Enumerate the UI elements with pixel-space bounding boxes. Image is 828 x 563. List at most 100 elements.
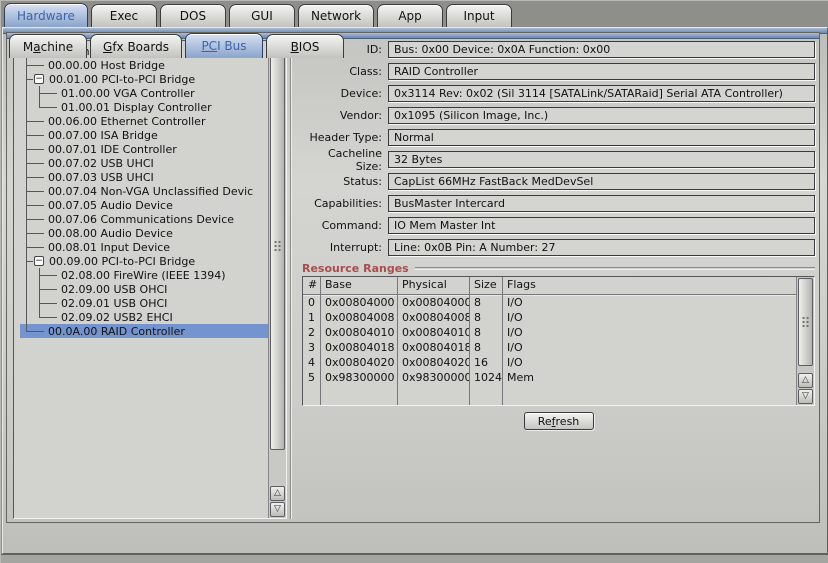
scrollbar-track[interactable] — [798, 366, 813, 372]
refresh-button[interactable]: Refresh — [524, 412, 594, 430]
tree-item-02-09-02-usb2-ehci[interactable]: 02.09.02 USB2 EHCI — [20, 310, 268, 324]
tree-item-00-08-00-audio-device[interactable]: 00.08.00 Audio Device — [20, 226, 268, 240]
tree-guide-line — [20, 128, 46, 142]
field-label: Vendor: — [302, 109, 388, 122]
resource-row-5[interactable]: 50x983000000x983000001024Mem — [303, 370, 796, 385]
tree-item-label: 02.09.02 USB2 EHCI — [59, 311, 173, 324]
panel-splitter[interactable] — [287, 40, 296, 519]
tab-machine[interactable]: Machine — [9, 34, 87, 58]
tree-item-01-00-00-vga-controller[interactable]: 01.00.00 VGA Controller — [20, 86, 268, 100]
tab-gui[interactable]: GUI — [229, 4, 295, 27]
field-value-class[interactable]: RAID Controller — [388, 63, 815, 80]
column-header-base: Base — [321, 277, 398, 294]
refresh-label: Re — [538, 415, 552, 428]
tree-item-02-09-00-usb-ohci[interactable]: 02.09.00 USB OHCI — [20, 282, 268, 296]
scroll-down-button[interactable]: ▽ — [270, 502, 285, 517]
tree-guide-line — [20, 58, 46, 72]
field-value-vendor[interactable]: 0x1095 (Silicon Image, Inc.) — [388, 107, 815, 124]
tab-bios[interactable]: BIOS — [266, 34, 344, 58]
tree-item-01-00-01-display-controller[interactable]: 01.00.01 Display Controller — [20, 100, 268, 114]
tree-item-00-07-05-audio-device[interactable]: 00.07.05 Audio Device — [20, 198, 268, 212]
field-value-id[interactable]: Bus: 0x00 Device: 0x0A Function: 0x00 — [388, 41, 815, 58]
tab-hardware[interactable]: Hardware — [4, 3, 88, 27]
scrollbar-thumb[interactable] — [270, 42, 285, 450]
field-value-device[interactable]: 0x3114 Rev: 0x02 (Sil 3114 [SATALink/SAT… — [388, 85, 815, 102]
tree-scrollbar[interactable]: △ ▽ — [268, 41, 286, 518]
scroll-down-button[interactable]: ▽ — [798, 389, 813, 404]
resource-row-1[interactable]: 10x008040080x008040088I/O — [303, 310, 796, 325]
table-scrollbar[interactable]: △ ▽ — [796, 277, 814, 405]
empty-cell — [303, 385, 321, 405]
resource-cell: 1024 — [470, 370, 503, 385]
tab-pci-bus[interactable]: PCI Bus — [185, 33, 263, 58]
tree-guide-line — [20, 142, 46, 156]
field-value-status[interactable]: CapList 66MHz FastBack MedDevSel — [388, 173, 815, 190]
field-value-cacheline-size[interactable]: 32 Bytes — [388, 151, 815, 168]
resource-row-0[interactable]: 00x008040000x008040008I/O — [303, 295, 796, 310]
tree-guide-line — [20, 296, 33, 310]
tab-dos[interactable]: DOS — [160, 4, 226, 27]
column-header-size: Size — [470, 277, 503, 294]
empty-cell — [503, 385, 796, 405]
table-body: 00x008040000x008040008I/O10x008040080x00… — [303, 295, 796, 385]
resource-row-3[interactable]: 30x008040180x008040188I/O — [303, 340, 796, 355]
tree-guide-line — [20, 226, 46, 240]
scrollbar-thumb[interactable] — [798, 278, 813, 366]
tab-exec[interactable]: Exec — [91, 4, 157, 27]
tree-item-00-09-00-pci-to-pci-bridge[interactable]: −00.09.00 PCI-to-PCI Bridge — [20, 254, 268, 268]
tree-item-00-07-03-usb-uhci[interactable]: 00.07.03 USB UHCI — [20, 170, 268, 184]
tree-item-00-07-02-usb-uhci[interactable]: 00.07.02 USB UHCI — [20, 156, 268, 170]
tree-item-00-07-04-non-vga-unclassified-devic[interactable]: 00.07.04 Non-VGA Unclassified Devic — [20, 184, 268, 198]
resource-cell: 8 — [470, 295, 503, 310]
field-row-cacheline-size: Cacheline Size:32 Bytes — [302, 151, 815, 168]
field-value-capabilities[interactable]: BusMaster Intercard — [388, 195, 815, 212]
column-header-physical: Physical — [398, 277, 470, 294]
tree-item-label: 00.07.03 USB UHCI — [46, 171, 154, 184]
resource-cell: 8 — [470, 310, 503, 325]
tree-expander-icon[interactable]: − — [34, 74, 44, 84]
field-label: Class: — [302, 65, 388, 78]
tree-item-02-09-01-usb-ohci[interactable]: 02.09.01 USB OHCI — [20, 296, 268, 310]
resource-ranges-title-row: Resource Ranges — [302, 262, 815, 275]
field-value-interrupt[interactable]: Line: 0x0B Pin: A Number: 27 — [388, 239, 815, 256]
field-label: Header Type: — [302, 131, 388, 144]
tree-item-00-00-00-host-bridge[interactable]: 00.00.00 Host Bridge — [20, 58, 268, 72]
tree-item-00-07-06-communications-device[interactable]: 00.07.06 Communications Device — [20, 212, 268, 226]
resource-cell: 0x00804000 — [398, 295, 470, 310]
tree-item-00-06-00-ethernet-controller[interactable]: 00.06.00 Ethernet Controller — [20, 114, 268, 128]
field-value-command[interactable]: IO Mem Master Int — [388, 217, 815, 234]
resource-cell: 4 — [303, 355, 321, 370]
tree-guide-line — [33, 296, 59, 310]
tree-guide-line — [20, 240, 46, 254]
tab-gfx-boards[interactable]: Gfx Boards — [90, 34, 182, 58]
resource-cell: 0x00804018 — [321, 340, 398, 355]
refresh-label: resh — [556, 415, 580, 428]
field-value-header-type[interactable]: Normal — [388, 129, 815, 146]
tree-item-02-08-00-firewire-ieee-1394[interactable]: 02.08.00 FireWire (IEEE 1394) — [20, 268, 268, 282]
tree-item-00-07-01-ide-controller[interactable]: 00.07.01 IDE Controller — [20, 142, 268, 156]
tree-guide-line — [20, 282, 33, 296]
scrollbar-track[interactable] — [270, 450, 285, 485]
tree-item-label: 01.00.01 Display Controller — [59, 101, 212, 114]
tree-guide-line — [20, 72, 33, 86]
tree-guide-line — [33, 100, 59, 114]
tree-item-00-07-00-isa-bridge[interactable]: 00.07.00 ISA Bridge — [20, 128, 268, 142]
resource-row-2[interactable]: 20x008040100x008040108I/O — [303, 325, 796, 340]
tree-item-00-08-01-input-device[interactable]: 00.08.01 Input Device — [20, 240, 268, 254]
resource-cell: 1 — [303, 310, 321, 325]
tree-item-label: 00.07.01 IDE Controller — [46, 143, 177, 156]
column-header-flags: Flags — [503, 277, 796, 294]
resource-row-4[interactable]: 40x008040200x0080402016I/O — [303, 355, 796, 370]
tree-expander-icon[interactable]: − — [34, 256, 44, 266]
tab-network[interactable]: Network — [298, 4, 374, 27]
tab-app[interactable]: App — [377, 4, 443, 27]
tree-guide-line — [33, 86, 59, 100]
tree-item-00-01-00-pci-to-pci-bridge[interactable]: −00.01.00 PCI-to-PCI Bridge — [20, 72, 268, 86]
scroll-up-button[interactable]: △ — [798, 373, 813, 388]
arrow-up-icon: △ — [802, 376, 809, 385]
scroll-up-button[interactable]: △ — [270, 486, 285, 501]
tab-input[interactable]: Input — [446, 4, 512, 27]
tree-item-00-0a-00-raid-controller[interactable]: 00.0A.00 RAID Controller — [20, 324, 268, 338]
tree-guide-line — [20, 114, 46, 128]
empty-cell — [398, 385, 470, 405]
